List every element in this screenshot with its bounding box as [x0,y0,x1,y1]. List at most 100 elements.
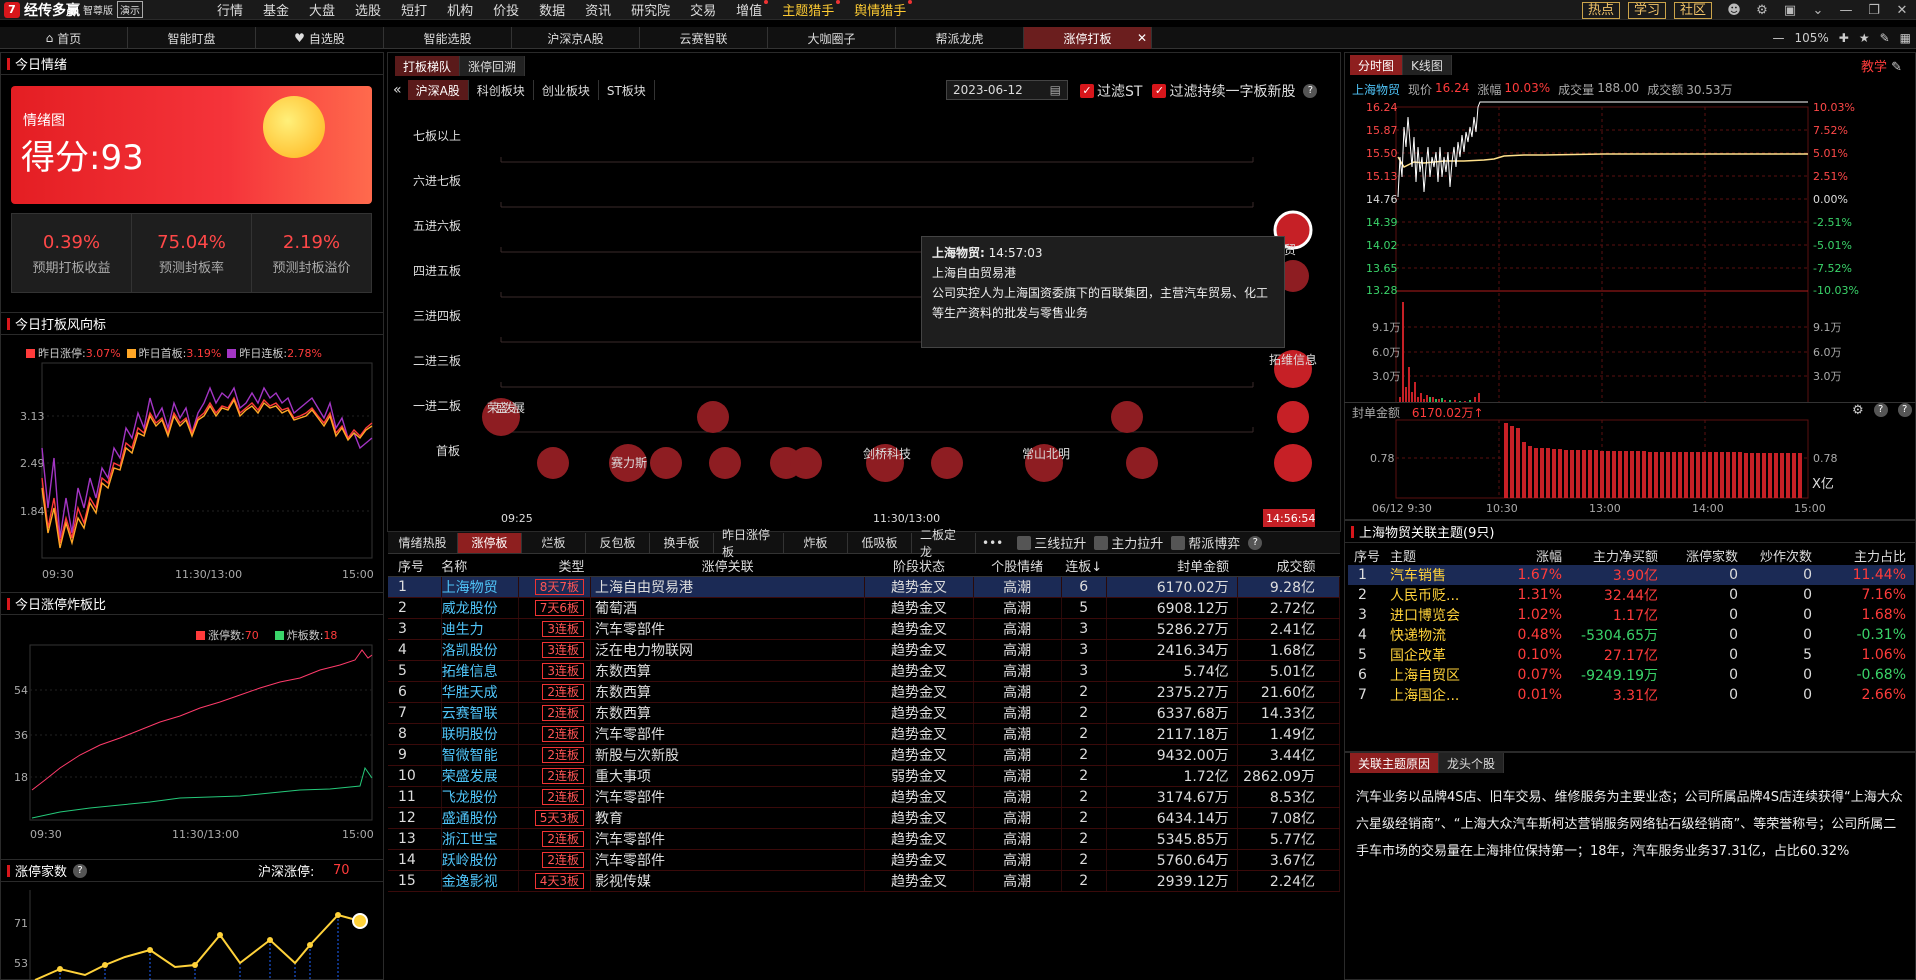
table-row[interactable]: 6 华胜天成 2连板 东数西算 趋势金叉 高潮 2 2375.27万 21.60亿 [388,681,1340,703]
bubble[interactable] [1126,447,1158,479]
bubble[interactable] [1111,401,1143,433]
tab-theme-reason[interactable]: 关联主题原因 [1350,753,1440,773]
tab-turnover-board[interactable]: 换手板 [650,532,714,553]
hot-button[interactable]: 热点 [1581,1,1620,19]
col-name[interactable]: 名称 [441,556,519,577]
help-icon[interactable]: ? [1897,403,1912,417]
star-icon[interactable]: ★ [1854,31,1875,45]
row-name[interactable]: 联明股份 [441,723,520,745]
table-row[interactable]: 11 飞龙股份 2连板 汽车零部件 趋势金叉 高潮 2 3174.67万 8.53亿 [388,786,1340,808]
pen-icon[interactable]: ✎ [1875,31,1895,45]
table-row[interactable]: 15 金逸影视 4天3板 影视传媒 趋势金叉 高潮 2 2939.12万 2.24亿 [388,870,1340,892]
theme-row[interactable]: 1 汽车销售 1.67% 3.90亿 0 0 11.44% [1348,565,1914,585]
tab-chinext[interactable]: 创业板块 [534,80,599,100]
tab-intraday[interactable]: 分时图 [1350,55,1404,75]
row-name[interactable]: 金逸影视 [441,870,520,892]
table-row[interactable]: 7 云赛智联 2连板 东数西算 趋势金叉 高潮 2 6337.68万 14.33亿 [388,702,1340,724]
tab-smart-picker[interactable]: 智能选股 [384,27,512,49]
table-row[interactable]: 12 盛通股份 5天3板 教育 趋势金叉 高潮 2 6434.14万 7.08亿 [388,807,1340,829]
col-relation[interactable]: 涨停关联 [590,556,865,577]
layout-icon[interactable]: ▦ [1895,31,1916,45]
theme-row[interactable]: 3 进口博览会 1.02% 1.17亿 0 0 1.68% [1348,605,1914,625]
gear-icon[interactable]: ⚙ [1852,403,1864,418]
chevron-down-icon[interactable]: ⌄ [1804,3,1832,18]
more-tabs[interactable]: ••• [982,536,1003,550]
tab-st[interactable]: ST板块 [599,80,655,100]
tab-big-circle[interactable]: 大咖圈子 [768,27,896,49]
table-row[interactable]: 14 跃岭股份 2连板 汽车零部件 趋势金叉 高潮 2 5760.64万 3.67亿 [388,849,1340,871]
tab-limit-up-board[interactable]: 涨停板 [458,532,522,553]
tab-star-market[interactable]: 科创板块 [469,80,534,100]
row-name[interactable]: 荣盛发展 [441,765,520,787]
bubble[interactable] [537,447,569,479]
col-net-buy[interactable]: 主力净买额 [1562,545,1658,565]
tab-limit-backtrack[interactable]: 涨停回溯 [460,56,526,76]
menu-data[interactable]: 数据 [529,0,575,19]
menu-index[interactable]: 大盘 [299,0,345,19]
menu-value[interactable]: 价投 [483,0,529,19]
row-name[interactable]: 盛通股份 [441,807,520,829]
col-theme[interactable]: 主题 [1390,545,1502,565]
tab-kline[interactable]: K线图 [1403,55,1452,75]
row-name[interactable]: 威龙股份 [441,597,520,619]
menu-theme-hunter[interactable]: 主题猎手 [772,0,844,19]
table-row[interactable]: 2 威龙股份 7天6板 葡萄酒 趋势金叉 高潮 5 6908.12万 2.72亿 [388,597,1340,619]
col-limit-count[interactable]: 涨停家数 [1658,545,1738,565]
tab-broken-board[interactable]: 炸板 [784,532,848,553]
col-type[interactable]: 类型 [518,556,591,577]
gear-icon[interactable]: ⚙ [1748,3,1776,18]
user-icon[interactable]: ☻ [1720,3,1748,18]
menu-premium[interactable]: 增值 [726,0,772,19]
help-icon[interactable]: ? [73,863,88,878]
tab-close-icon[interactable]: ✕ [1137,31,1147,45]
table-row[interactable]: 9 智微智能 2连板 新股与次新股 趋势金叉 高潮 2 9432.00万 3.44亿 [388,744,1340,766]
row-name[interactable]: 洛凯股份 [441,639,520,661]
bubble[interactable] [1277,401,1309,433]
menu-fund[interactable]: 基金 [253,0,299,19]
col-turnover[interactable]: 成交额 [1237,556,1340,577]
check-main-force[interactable] [1094,535,1109,550]
community-button[interactable]: 社区 [1673,1,1712,19]
zoom-in-icon[interactable]: ✚ [1834,31,1854,45]
bubble[interactable] [1274,444,1312,482]
table-row[interactable]: 4 洛凯股份 3连板 泛在电力物联网 趋势金叉 高潮 3 2416.34万 1.68亿 [388,639,1340,661]
tab-watchlist[interactable]: ♥ 自选股 [256,27,384,49]
close-icon[interactable]: ✕ [1888,3,1916,18]
table-row[interactable]: 1 上海物贸 8天7板 上海自由贸易港 趋势金叉 高潮 6 6170.02万 9.28亿 [388,576,1340,598]
row-name[interactable]: 飞龙股份 [441,786,520,808]
row-name[interactable]: 浙江世宝 [441,828,520,850]
tab-rotten-board[interactable]: 烂板 [522,532,586,553]
check-gang[interactable] [1171,535,1186,550]
date-picker[interactable]: 2023-06-12 ▤ [946,80,1068,100]
tab-leader-stocks[interactable]: 龙头个股 [1439,753,1505,773]
col-stage[interactable]: 阶段状态 [864,556,974,577]
study-button[interactable]: 学习 [1627,1,1666,19]
row-name[interactable]: 跃岭股份 [441,849,520,871]
app-logo[interactable]: 7 经传多赢 智尊版 演示 [0,0,147,20]
restore-icon[interactable]: ❐ [1860,3,1888,18]
minimize-icon[interactable]: — [1832,3,1860,18]
tab-home[interactable]: ⌂ 首页 [0,27,128,49]
theme-row[interactable]: 6 上海自贸区 0.07% -9249.19万 0 0 -0.68% [1348,665,1914,685]
row-name[interactable]: 智微智能 [441,744,520,766]
col-sentiment[interactable]: 个股情绪 [973,556,1062,577]
theme-row[interactable]: 7 上海国企... 0.01% 3.31亿 0 0 2.66% [1348,685,1914,705]
filter-st-checkbox[interactable]: ✓ [1080,84,1094,98]
bubble[interactable] [650,447,682,479]
menu-news[interactable]: 资讯 [575,0,621,19]
help-icon[interactable]: ? [1873,403,1888,417]
zoom-out-icon[interactable]: — [1767,31,1789,45]
menu-stock-picker[interactable]: 选股 [345,0,391,19]
tab-gang-dragon[interactable]: 帮派龙虎 [896,27,1024,49]
tab-limit-up[interactable]: 涨停打板 ✕ [1024,27,1152,49]
table-row[interactable]: 5 拓维信息 3连板 东数西算 趋势金叉 高潮 3 5.74亿 5.01亿 [388,660,1340,682]
tab-board-ladder[interactable]: 打板梯队 [395,56,461,76]
bubble[interactable] [709,447,741,479]
tab-rebound-board[interactable]: 反包板 [586,532,650,553]
menu-trade[interactable]: 交易 [680,0,726,19]
teach-link[interactable]: 教学 ✎ [1861,56,1902,75]
col-index[interactable]: 序号 [388,556,442,577]
col-hype-count[interactable]: 炒作次数 [1738,545,1812,565]
window-layout-icon[interactable]: ▣ [1776,3,1804,18]
tab-smart-watch[interactable]: 智能盯盘 [128,27,256,49]
